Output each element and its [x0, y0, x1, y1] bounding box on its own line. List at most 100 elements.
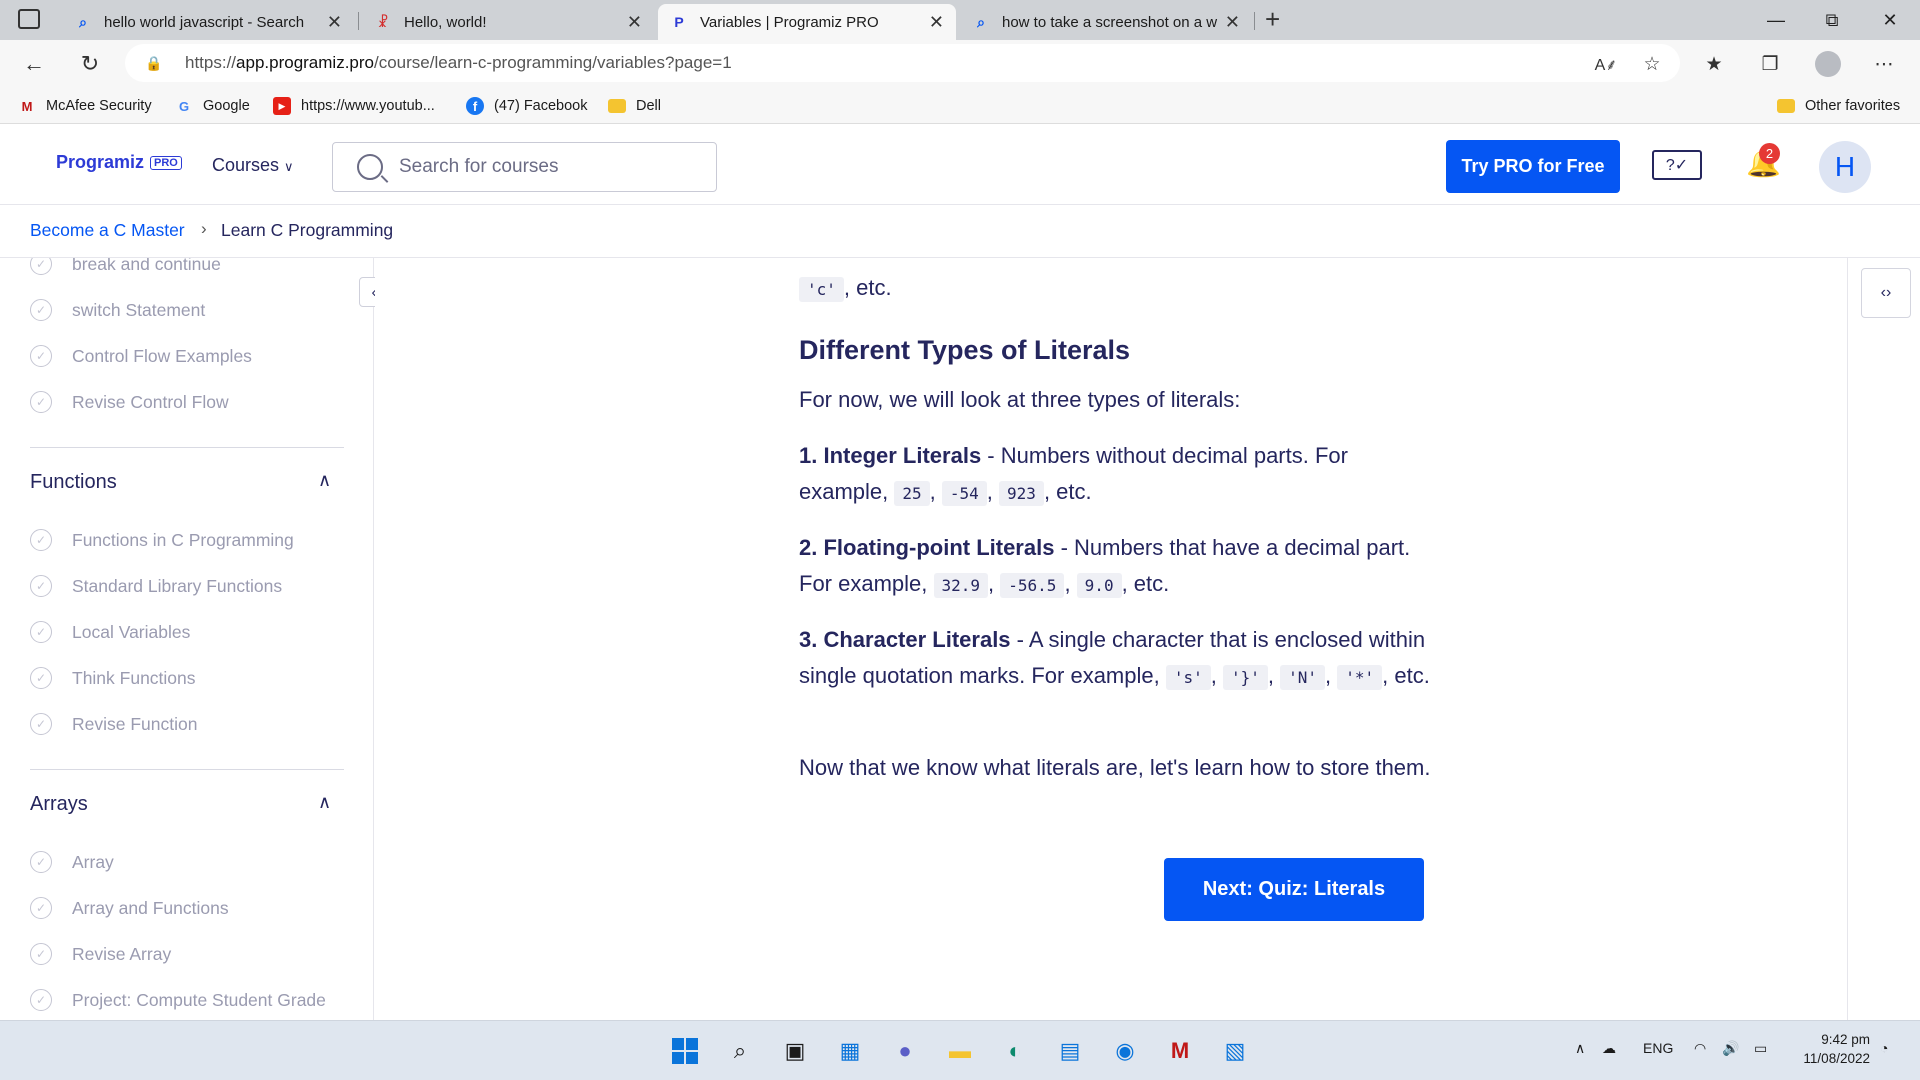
close-icon[interactable]: ✕: [327, 12, 342, 33]
sidebar-item[interactable]: ✓ Control Flow Examples: [30, 344, 252, 368]
tab-title: Hello, world!: [404, 13, 487, 31]
sidebar-item[interactable]: ✓ Revise Function: [30, 712, 197, 736]
windows-start-icon[interactable]: [670, 1036, 700, 1066]
notification-center-icon[interactable]: ◔: [1880, 1040, 1888, 1056]
close-window-button[interactable]: ✕: [1862, 0, 1918, 40]
sidebar-item[interactable]: ✓ Local Variables: [30, 620, 190, 644]
section-header-functions[interactable]: Functions: [30, 471, 117, 494]
refresh-button[interactable]: ↻: [72, 48, 108, 80]
programiz-logo[interactable]: Programiz PRO: [56, 152, 182, 173]
chevron-up-icon[interactable]: ∧: [1575, 1040, 1585, 1057]
search-icon[interactable]: ⌕: [725, 1036, 755, 1066]
address-bar[interactable]: 🔒 https://app.programiz.pro/course/learn…: [125, 44, 1680, 82]
code-literal: 923: [999, 481, 1044, 506]
sidebar-item[interactable]: ✓ break and continue: [30, 258, 221, 276]
clock[interactable]: 9:42 pm 11/08/2022: [1790, 1030, 1870, 1068]
read-aloud-icon[interactable]: A⸙: [1590, 48, 1622, 80]
folder-icon: [1777, 99, 1795, 113]
tab-variables-programiz[interactable]: P Variables | Programiz PRO ✕: [658, 4, 956, 40]
bookmark-facebook[interactable]: f (47) Facebook: [466, 96, 588, 116]
next-quiz-button[interactable]: Next: Quiz: Literals: [1164, 858, 1424, 921]
profile-icon[interactable]: [1812, 48, 1844, 80]
literal-item-character: 3. Character Literals - A single charact…: [799, 627, 1430, 690]
battery-icon[interactable]: ▭: [1754, 1040, 1767, 1057]
chat-icon[interactable]: ●: [890, 1036, 920, 1066]
right-panel: [1847, 258, 1920, 1020]
tab-actions-icon[interactable]: [18, 9, 40, 29]
bookmark-label: https://www.youtub...: [301, 98, 435, 114]
sidebar-item[interactable]: ✓ Array: [30, 850, 114, 874]
widgets-icon[interactable]: ▦: [835, 1036, 865, 1066]
help-feedback-icon[interactable]: ?✓: [1652, 150, 1702, 180]
item-title: 2. Floating-point Literals: [799, 535, 1055, 560]
store-icon[interactable]: ▤: [1055, 1036, 1085, 1066]
more-menu-icon[interactable]: ⋯: [1868, 48, 1900, 80]
restore-button[interactable]: ⧉: [1804, 0, 1860, 40]
add-favorite-icon[interactable]: ☆: [1636, 48, 1668, 80]
bookmark-mcafee[interactable]: M McAfee Security: [18, 96, 152, 116]
minimize-button[interactable]: —: [1748, 0, 1804, 40]
new-tab-button[interactable]: +: [1265, 4, 1280, 35]
dell-icon[interactable]: ◉: [1110, 1036, 1140, 1066]
sidebar-item[interactable]: ✓ Revise Array: [30, 942, 171, 966]
courses-menu[interactable]: Courses ∨: [212, 155, 294, 176]
close-icon[interactable]: ✕: [929, 12, 944, 33]
tab-title: hello world javascript - Search: [104, 13, 305, 31]
code-editor-toggle-icon[interactable]: ‹›: [1861, 268, 1911, 318]
breadcrumb-current[interactable]: Learn C Programming: [221, 220, 393, 241]
chevron-right-icon: ›: [201, 219, 207, 238]
sidebar-item[interactable]: ✓ Standard Library Functions: [30, 574, 282, 598]
onedrive-icon[interactable]: ☁: [1602, 1040, 1616, 1057]
tab-divider: [1254, 12, 1255, 30]
code-literal: 25: [894, 481, 930, 506]
file-explorer-icon[interactable]: ▬: [945, 1036, 975, 1066]
collections-icon[interactable]: ❐: [1754, 48, 1786, 80]
sidebar-item[interactable]: ✓ Functions in C Programming: [30, 528, 294, 552]
check-circle-icon: ✓: [30, 299, 52, 321]
search-icon: [357, 154, 383, 180]
breadcrumb-parent[interactable]: Become a C Master: [30, 220, 185, 241]
edge-browser-icon[interactable]: ◐: [1000, 1036, 1030, 1066]
url-host: app.programiz.pro: [236, 53, 374, 72]
bookmark-dell[interactable]: Dell: [608, 96, 661, 116]
paragraph-fragment: 'c', etc.: [799, 270, 1439, 308]
section-header-arrays[interactable]: Arrays: [30, 793, 88, 816]
back-button[interactable]: ←: [16, 48, 52, 80]
language-indicator[interactable]: ENG: [1643, 1040, 1673, 1056]
sidebar-item[interactable]: ✓ Think Functions: [30, 666, 196, 690]
sidebar-item[interactable]: ✓ Revise Control Flow: [30, 390, 229, 414]
search-input[interactable]: Search for courses: [332, 142, 717, 192]
bookmark-google[interactable]: G Google: [175, 96, 250, 116]
close-icon[interactable]: ✕: [1225, 12, 1240, 33]
tab-search-hello-world[interactable]: ⌕ hello world javascript - Search ✕: [62, 4, 354, 40]
code-literal: '*': [1337, 665, 1383, 690]
code-literal: 'N': [1280, 665, 1326, 690]
bookmark-label: (47) Facebook: [494, 98, 588, 114]
sidebar-item-label: Array and Functions: [72, 897, 229, 918]
tab-hello-world[interactable]: ☧ Hello, world! ✕: [362, 4, 654, 40]
wifi-icon[interactable]: ◠: [1694, 1040, 1706, 1057]
sidebar-item[interactable]: ✓ Project: Compute Student Grade: [30, 988, 326, 1012]
check-circle-icon: ✓: [30, 529, 52, 551]
close-icon[interactable]: ✕: [627, 12, 642, 33]
volume-icon[interactable]: 🔊: [1722, 1040, 1739, 1057]
chevron-up-icon[interactable]: ∧: [318, 470, 331, 491]
lock-icon: 🔒: [145, 54, 163, 71]
tab-screenshot-search[interactable]: ⌕ how to take a screenshot on a w ✕: [960, 4, 1252, 40]
time: 9:42 pm: [1821, 1032, 1870, 1047]
courses-label: Courses: [212, 155, 280, 175]
user-avatar[interactable]: H: [1819, 141, 1871, 193]
try-pro-button[interactable]: Try PRO for Free: [1446, 140, 1620, 193]
section-divider: [30, 769, 344, 770]
mcafee-icon[interactable]: M: [1165, 1036, 1195, 1066]
notes-app-icon[interactable]: ▧: [1220, 1036, 1250, 1066]
other-favorites[interactable]: Other favorites: [1777, 96, 1900, 116]
favorites-icon[interactable]: ★: [1698, 48, 1730, 80]
sidebar-item[interactable]: ✓ switch Statement: [30, 298, 205, 322]
task-view-icon[interactable]: ▣: [780, 1036, 810, 1066]
bookmark-youtube[interactable]: ▶ https://www.youtub...: [273, 96, 435, 116]
sidebar-item[interactable]: ✓ Array and Functions: [30, 896, 229, 920]
chevron-up-icon[interactable]: ∧: [318, 792, 331, 813]
code-literal: 32.9: [933, 573, 989, 598]
url-path: /course/learn-c-programming/variables?pa…: [374, 53, 732, 72]
